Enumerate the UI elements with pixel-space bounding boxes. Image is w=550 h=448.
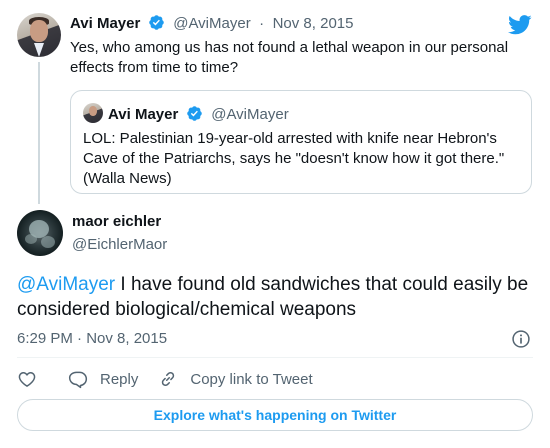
parent-tweet-text: Yes, who among us has not found a lethal… xyxy=(70,39,509,76)
tweet-timestamp[interactable]: 6:29 PM · Nov 8, 2015 xyxy=(17,330,167,347)
reply-button[interactable]: Reply xyxy=(68,369,138,389)
verified-badge-icon xyxy=(187,106,202,121)
reply-icon xyxy=(68,371,88,389)
avatar xyxy=(83,103,103,123)
quoted-tweet-text: LOL: Palestinian 19-year-old arrested wi… xyxy=(83,130,505,187)
twitter-logo-icon[interactable] xyxy=(508,15,532,35)
copy-link-label: Copy link to Tweet xyxy=(190,370,313,388)
quoted-tweet-header: Avi Mayer @AviMayer xyxy=(108,105,289,124)
mention-link[interactable]: @AviMayer xyxy=(17,274,115,295)
quoted-author-handle: @AviMayer xyxy=(211,106,289,123)
explore-twitter-button[interactable]: Explore what's happening on Twitter xyxy=(17,399,533,431)
like-button[interactable] xyxy=(17,369,37,389)
divider xyxy=(17,357,533,358)
author-name[interactable]: Avi Mayer xyxy=(70,15,140,32)
tweet-actions: Reply Copy link to Tweet xyxy=(17,368,313,390)
info-icon[interactable] xyxy=(511,329,531,349)
quoted-tweet[interactable]: Avi Mayer @AviMayer LOL: Palestinian 19-… xyxy=(70,90,532,194)
author-handle[interactable]: @AviMayer xyxy=(173,15,250,32)
tweet-text: @AviMayer I have found old sandwiches th… xyxy=(17,272,537,322)
tweet-embed-card: Avi Mayer @AviMayer · Nov 8, 2015 Yes, w… xyxy=(0,0,550,448)
tweet-date[interactable]: Nov 8, 2015 xyxy=(273,15,354,32)
parent-tweet-header: Avi Mayer @AviMayer · Nov 8, 2015 xyxy=(70,14,353,33)
separator-dot: · xyxy=(259,15,265,32)
verified-badge-icon xyxy=(149,15,164,30)
thread-connector-line xyxy=(38,62,40,204)
author-handle[interactable]: @EichlerMaor xyxy=(72,236,167,253)
reply-label: Reply xyxy=(100,370,139,388)
link-icon xyxy=(162,371,175,387)
avatar[interactable] xyxy=(17,210,63,256)
quoted-author-name: Avi Mayer xyxy=(108,106,179,123)
heart-icon xyxy=(18,372,36,387)
copy-link-button[interactable]: Copy link to Tweet xyxy=(158,369,313,389)
avatar[interactable] xyxy=(17,13,61,57)
author-name[interactable]: maor eichler xyxy=(72,213,161,230)
